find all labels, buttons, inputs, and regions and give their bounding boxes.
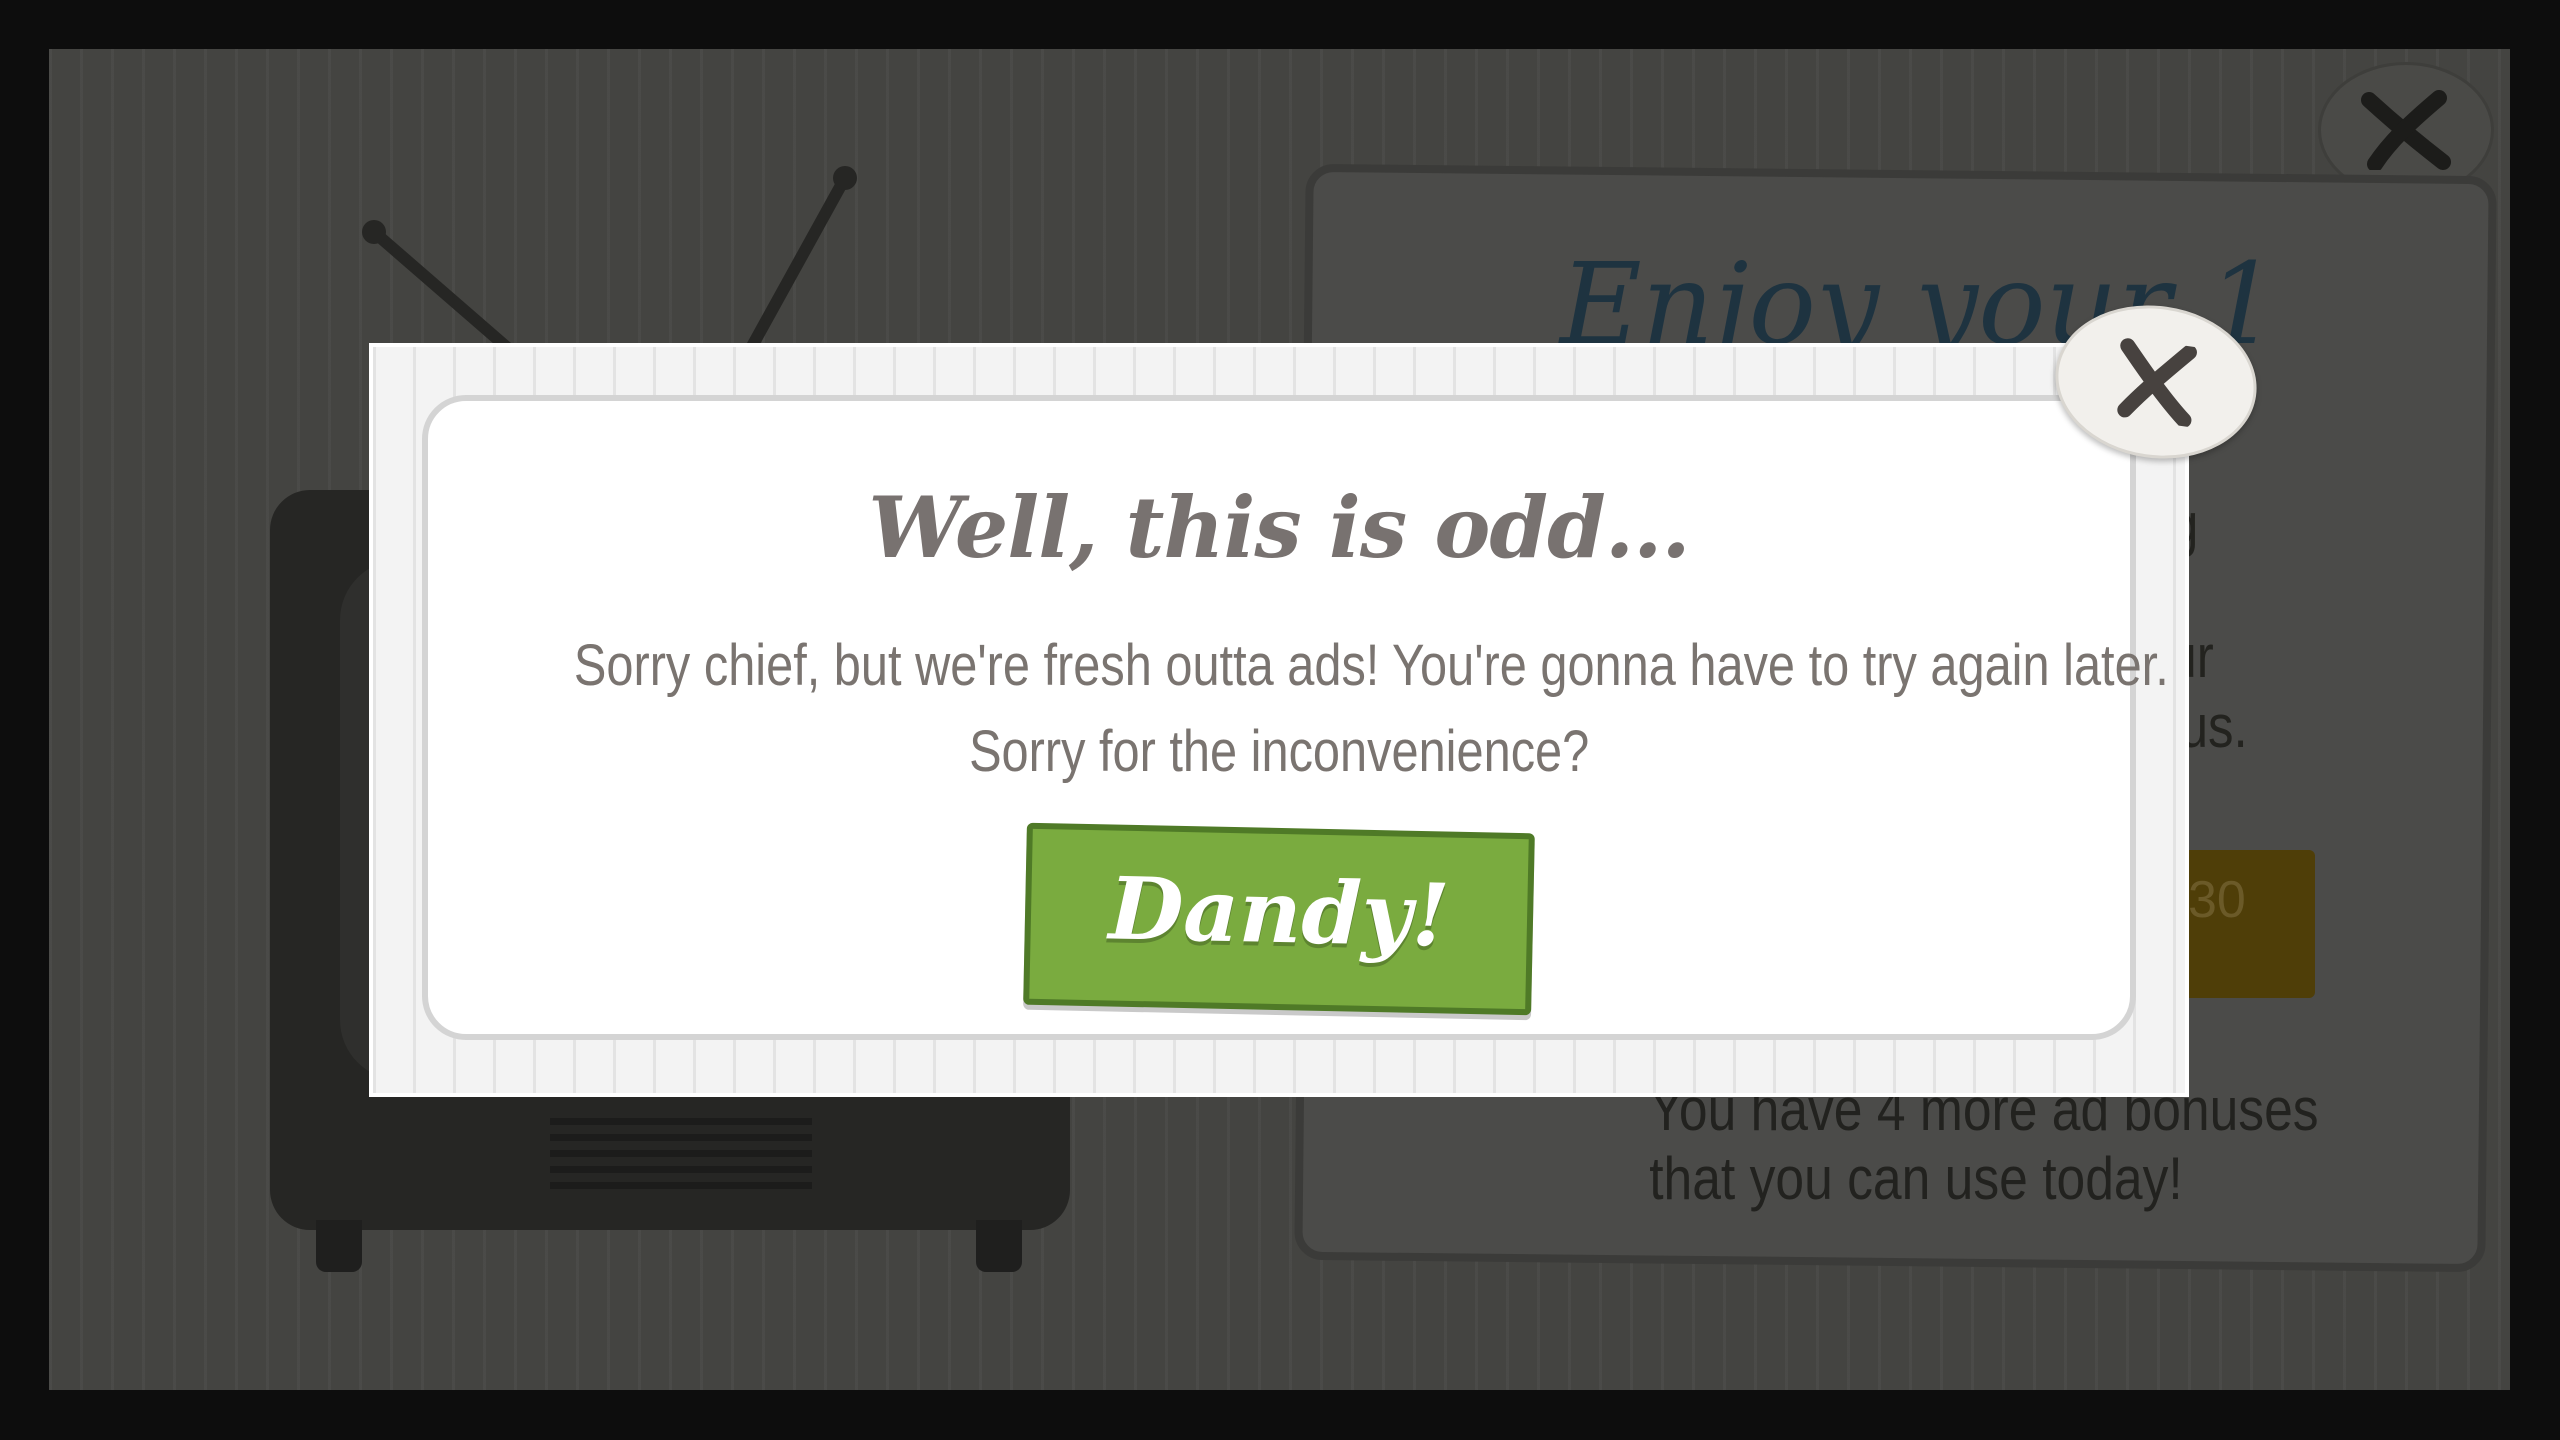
tv-grill xyxy=(550,1118,812,1125)
tv-grill xyxy=(550,1182,812,1189)
tv-leg-right xyxy=(976,1220,1022,1272)
tv-grill xyxy=(550,1134,812,1141)
dandy-button[interactable]: Dandy! xyxy=(1023,822,1535,1016)
tv-grill xyxy=(550,1166,812,1173)
close-icon xyxy=(2361,90,2451,170)
dialog-message-text: Sorry chief, but we're fresh outta ads! … xyxy=(573,633,2169,698)
close-icon xyxy=(2117,338,2197,428)
dialog-title: Well, this is odd... xyxy=(868,478,1690,577)
dandy-button-label: Dandy! xyxy=(1107,858,1451,967)
dialog-message-line: Sorry for the inconvenience? xyxy=(422,718,2136,785)
game-screen: Enjoy your 1 g our ious. 30 You have 4 m… xyxy=(0,0,2560,1440)
dialog-message-line: Sorry chief, but we're fresh outta ads! … xyxy=(422,632,2169,699)
background-footer-line: that you can use today! xyxy=(1649,1145,2183,1212)
background-card-button-label: 30 xyxy=(2188,871,2246,929)
tv-leg-left xyxy=(316,1220,362,1272)
tv-grill xyxy=(550,1150,812,1157)
dialog-message-text: Sorry for the inconvenience? xyxy=(968,719,1590,784)
